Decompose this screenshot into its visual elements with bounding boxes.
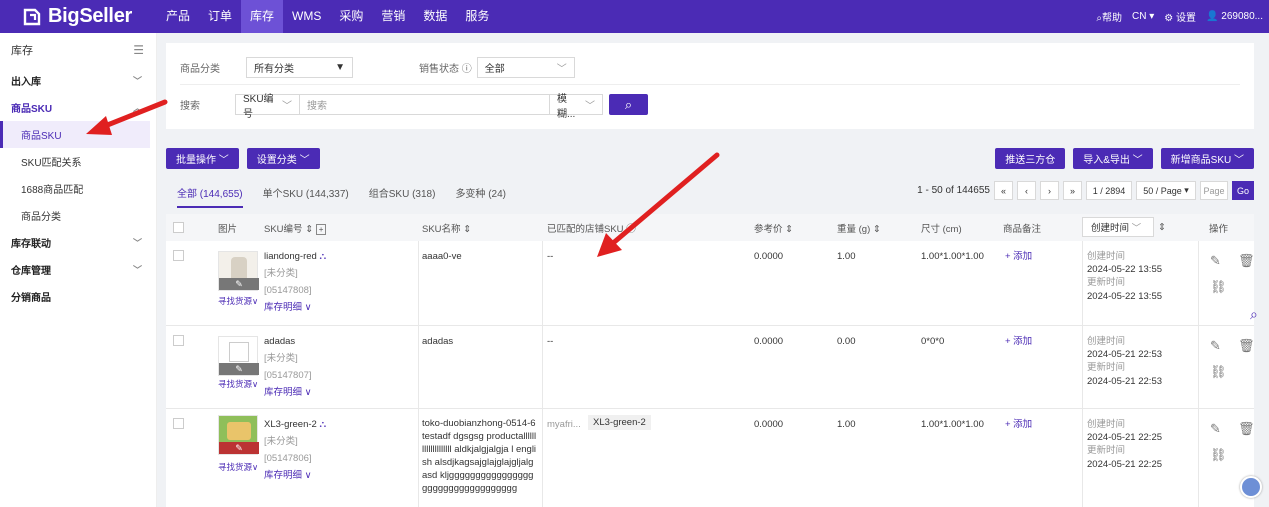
annotation-overlay <box>86 99 720 257</box>
red-arrow-matched-sku <box>597 152 720 257</box>
red-arrow-sidebar <box>86 99 168 135</box>
